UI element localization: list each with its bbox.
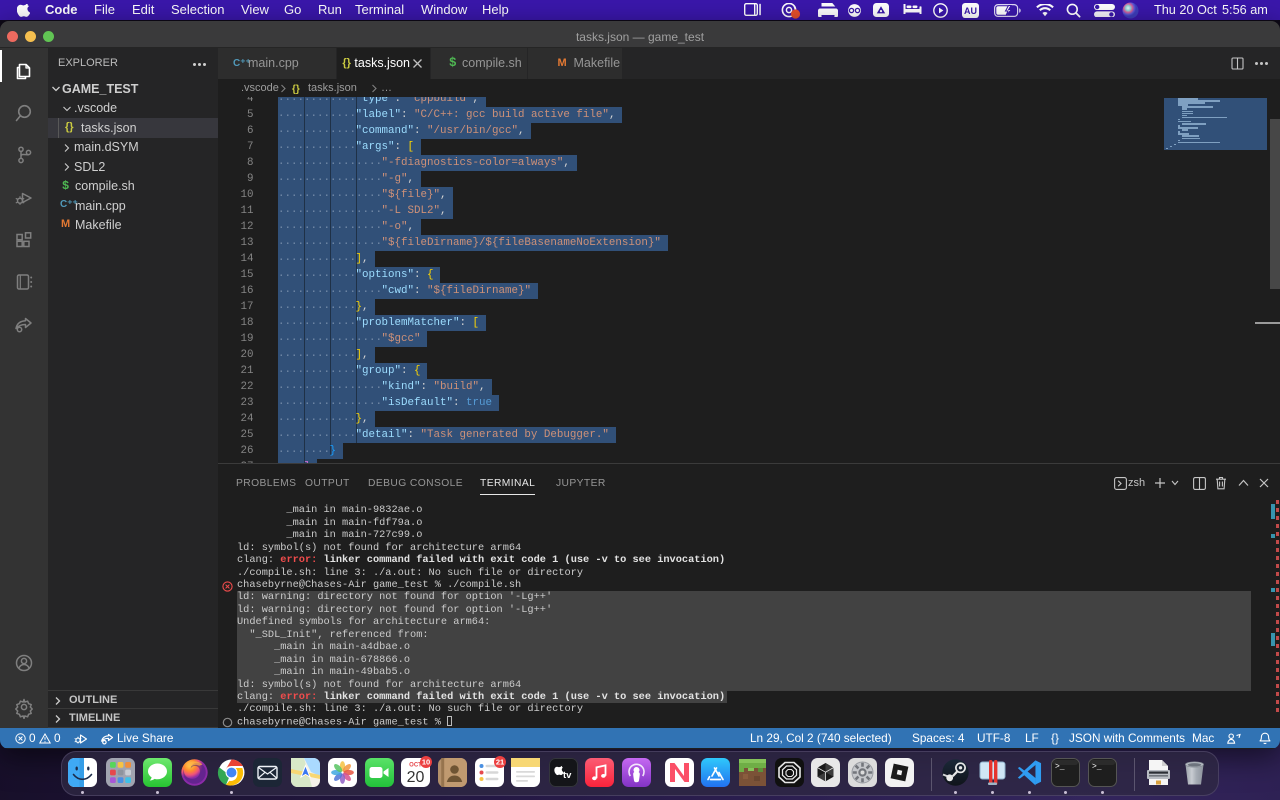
- svg-text:20: 20: [407, 769, 425, 786]
- svg-text:>_: >_: [1055, 762, 1065, 771]
- svg-text:21: 21: [496, 757, 504, 766]
- svg-text:tv: tv: [563, 770, 572, 781]
- svg-text:10: 10: [422, 757, 430, 766]
- svg-text:>_: >_: [1092, 762, 1102, 771]
- svg-text:AU: AU: [964, 6, 977, 16]
